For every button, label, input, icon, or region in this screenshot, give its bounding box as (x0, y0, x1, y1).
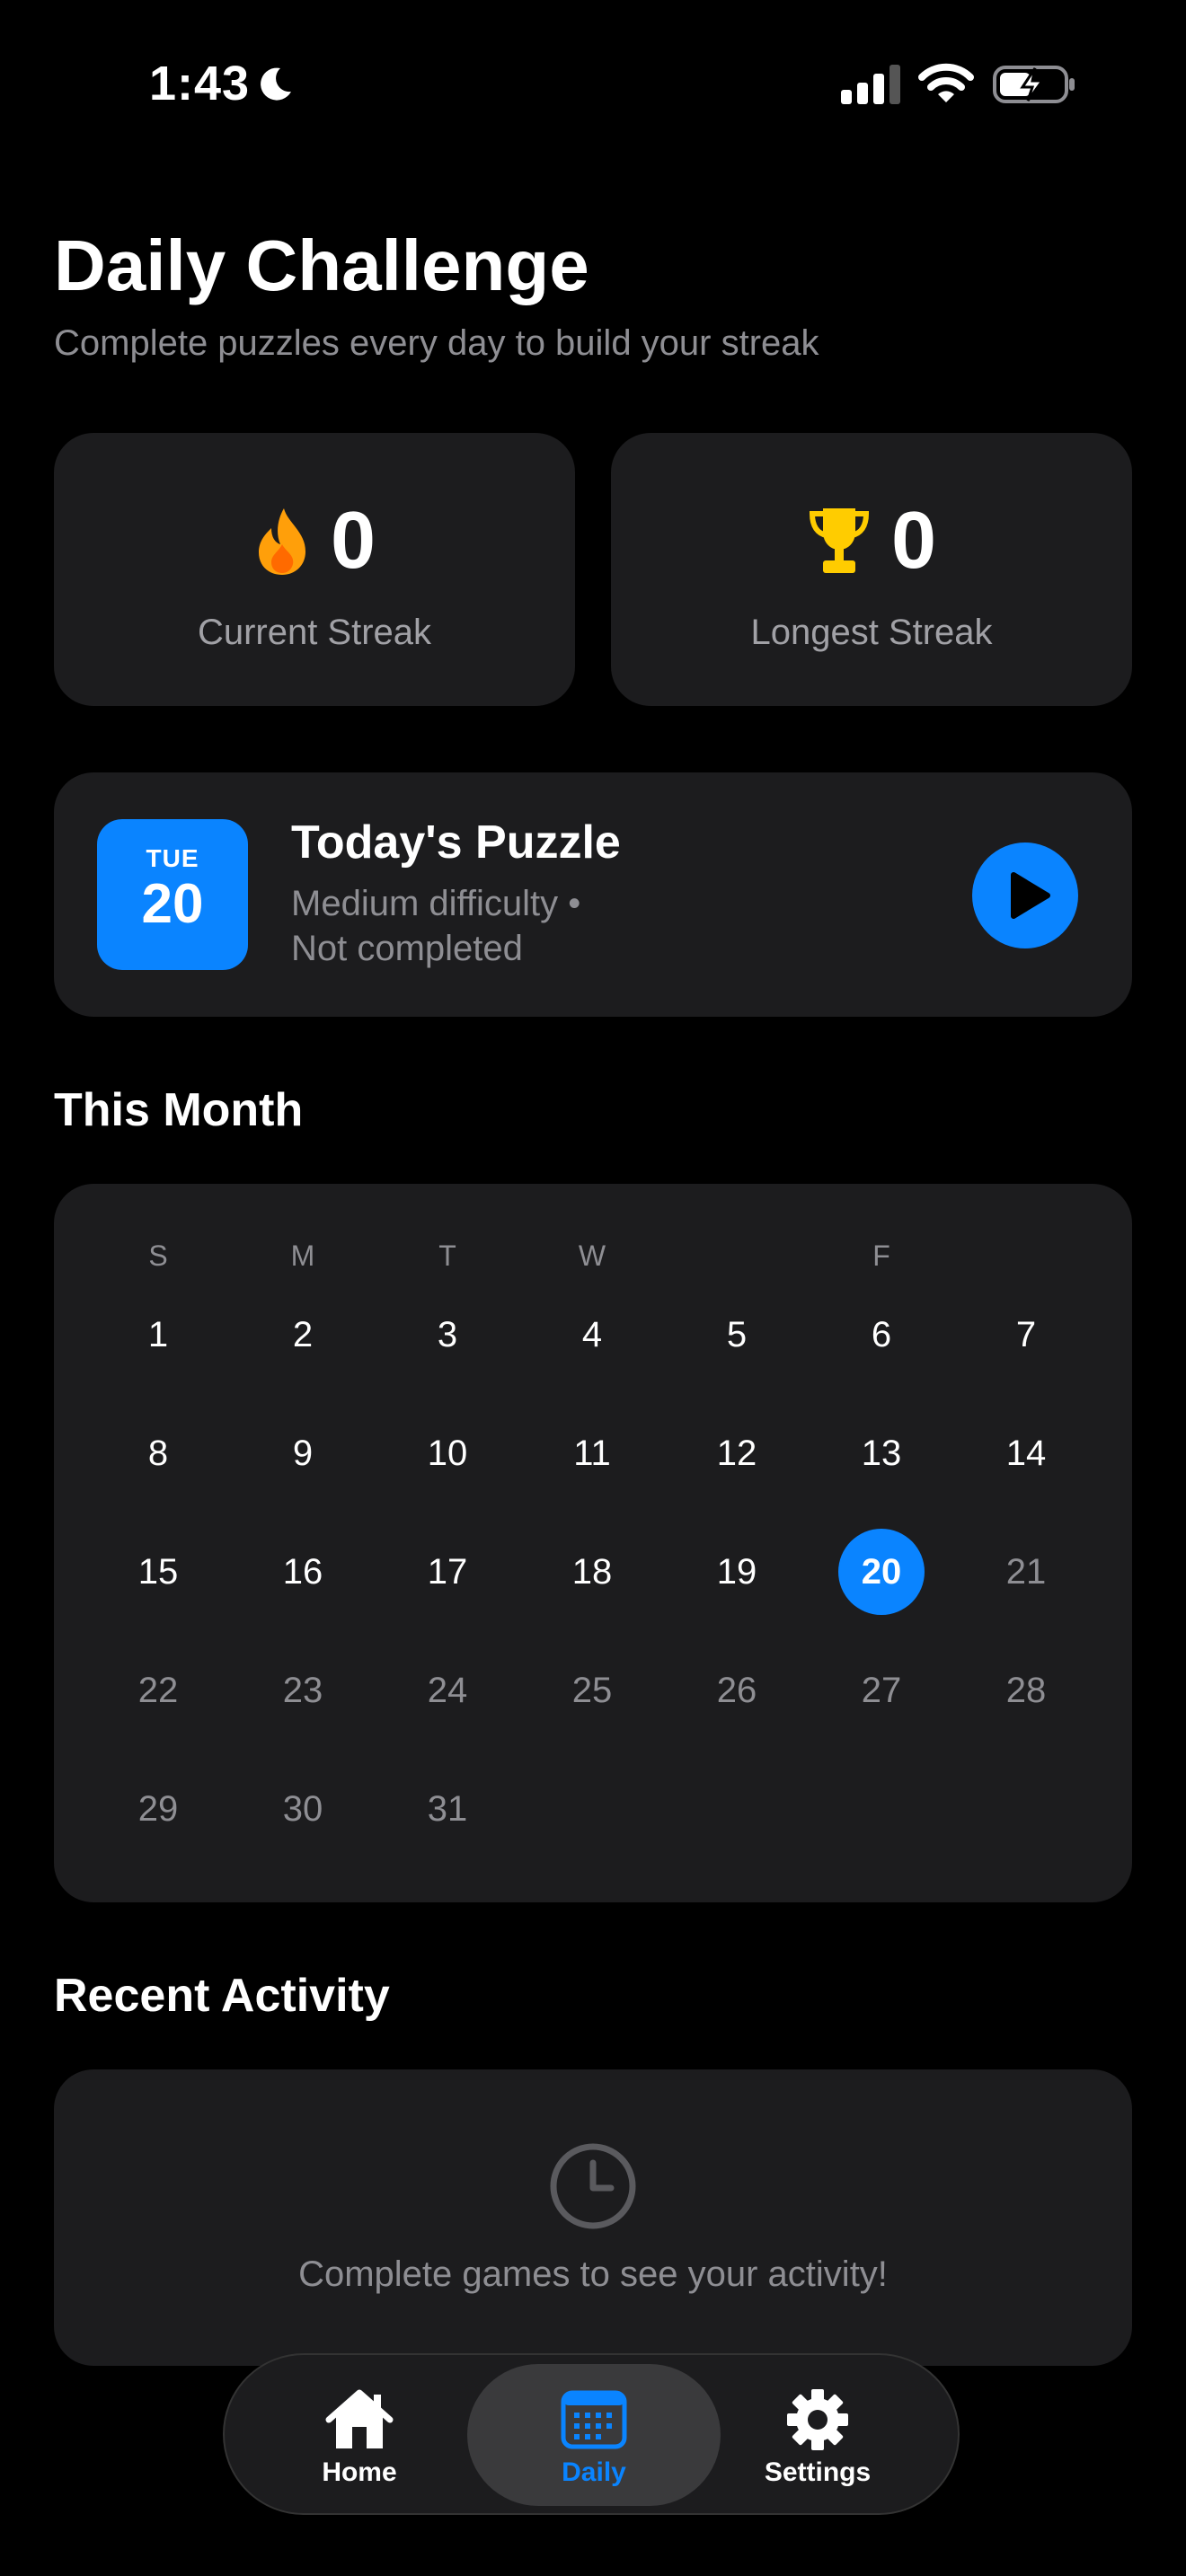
play-icon (1011, 872, 1050, 919)
play-button[interactable] (972, 842, 1078, 948)
calendar-day[interactable]: 29 (109, 1766, 208, 1852)
calendar-day[interactable]: 5 (687, 1292, 786, 1378)
weekday-header: W (578, 1239, 606, 1272)
calendar-day[interactable]: 10 (398, 1410, 497, 1496)
weekday-header: T (438, 1239, 456, 1272)
date-day-number: 20 (141, 873, 204, 935)
calendar-day[interactable]: 3 (398, 1292, 497, 1378)
longest-streak-card: 0 Longest Streak (611, 433, 1132, 706)
moon-icon (261, 67, 291, 101)
status-time: 1:43 (149, 57, 251, 110)
calendar-day[interactable]: 19 (687, 1529, 786, 1615)
weekday-header: S (148, 1239, 168, 1272)
calendar-day[interactable]: 1 (109, 1292, 208, 1378)
calendar-day[interactable]: 15 (109, 1529, 208, 1615)
calendar-day-today[interactable]: 20 (832, 1529, 931, 1615)
clock-icon (550, 2143, 636, 2229)
calendar-icon (561, 2390, 627, 2449)
calendar-day[interactable]: 31 (398, 1766, 497, 1852)
calendar-day[interactable]: 22 (109, 1647, 208, 1734)
page-subtitle: Complete puzzles every day to build your… (54, 323, 819, 363)
calendar-day[interactable]: 14 (977, 1410, 1075, 1496)
longest-streak-value: 0 (890, 496, 937, 586)
calendar-day[interactable]: 6 (832, 1292, 931, 1378)
wifi-icon (918, 63, 974, 102)
recent-activity-card: Complete games to see your activity! (54, 2069, 1132, 2366)
calendar-day[interactable]: 7 (977, 1292, 1075, 1378)
month-section-title: This Month (54, 1084, 304, 1136)
longest-streak-label: Longest Streak (750, 613, 993, 652)
date-day-of-week: TUE (146, 844, 199, 872)
tab-settings-label: Settings (764, 2457, 872, 2487)
current-streak-label: Current Streak (197, 613, 432, 652)
current-streak-card: 0 Current Streak (54, 433, 575, 706)
puzzle-difficulty: Medium difficulty • (291, 884, 581, 923)
calendar-day[interactable]: 23 (253, 1647, 352, 1734)
weekday-header (687, 1229, 786, 1283)
calendar-day[interactable]: 18 (543, 1529, 642, 1615)
tab-daily-label: Daily (562, 2457, 626, 2487)
calendar-day[interactable]: 28 (977, 1647, 1075, 1734)
calendar-day[interactable]: 13 (832, 1410, 931, 1496)
calendar-day[interactable]: 21 (977, 1529, 1075, 1615)
calendar-day[interactable]: 9 (253, 1410, 352, 1496)
calendar-day[interactable]: 4 (543, 1292, 642, 1378)
flame-icon (258, 508, 305, 575)
recent-activity-title: Recent Activity (54, 1970, 390, 2022)
weekday-header: M (290, 1239, 315, 1272)
date-badge: TUE 20 (97, 819, 248, 970)
tab-bar: Home Daily Settings (223, 2353, 960, 2515)
calendar-day[interactable]: 11 (543, 1410, 642, 1496)
calendar-day[interactable]: 27 (832, 1647, 931, 1734)
weekday-header: F (872, 1239, 890, 1272)
calendar-day[interactable]: 17 (398, 1529, 497, 1615)
calendar-day[interactable]: 12 (687, 1410, 786, 1496)
recent-activity-empty-text: Complete games to see your activity! (298, 2254, 888, 2294)
tab-settings[interactable]: Settings (737, 2364, 898, 2506)
weekday-header (977, 1229, 1075, 1283)
tab-daily[interactable]: Daily (467, 2364, 721, 2506)
page-title: Daily Challenge (54, 225, 589, 305)
battery-charging-icon (993, 66, 1075, 103)
house-icon (325, 2389, 394, 2448)
puzzle-status: Not completed (291, 929, 523, 968)
todays-puzzle-card[interactable]: TUE 20 Today's Puzzle Medium difficulty … (54, 772, 1132, 1017)
tab-home[interactable]: Home (288, 2364, 431, 2506)
cellular-signal-icon (841, 65, 900, 104)
trophy-icon (809, 508, 869, 573)
calendar-day[interactable]: 2 (253, 1292, 352, 1378)
calendar-day[interactable]: 30 (253, 1766, 352, 1852)
calendar-day[interactable]: 16 (253, 1529, 352, 1615)
puzzle-title: Today's Puzzle (291, 816, 621, 869)
gear-icon (787, 2389, 848, 2450)
month-calendar: S M T W F 1 2 3 4 5 6 7 8 9 10 11 12 13 14 15 16 17 18 19 20 21 22… (54, 1184, 1132, 1902)
calendar-day[interactable]: 8 (109, 1410, 208, 1496)
calendar-day[interactable]: 25 (543, 1647, 642, 1734)
calendar-day[interactable]: 24 (398, 1647, 497, 1734)
calendar-day[interactable]: 26 (687, 1647, 786, 1734)
current-streak-value: 0 (330, 496, 376, 586)
tab-home-label: Home (322, 2457, 397, 2487)
